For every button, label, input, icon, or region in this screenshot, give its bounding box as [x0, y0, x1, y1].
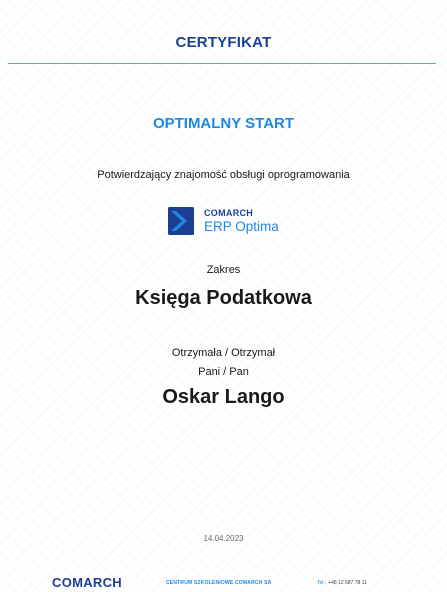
received-label: Otrzymała / Otrzymał: [171, 347, 276, 359]
product-logo: COMARCH ERP Optima: [168, 206, 288, 238]
course-name: OPTIMALNY START: [152, 115, 295, 132]
footer-comarch-logo: COMARCH: [52, 575, 122, 590]
product-logo-name: ERP Optima: [204, 219, 279, 234]
honorific-label: Pani / Pan: [198, 366, 249, 378]
confirmation-text: Potwierdzający znajomość obsługi oprogra…: [97, 169, 350, 181]
comarch-chevron-icon: [168, 207, 194, 235]
footer-phone: Tel.: +48 12 687 78 11: [317, 580, 367, 586]
certificate-title: CERTYFIKAT: [175, 34, 272, 51]
scope-value: Księga Podatkowa: [135, 287, 312, 309]
footer-training-center: CENTRUM SZKOLENIOWE COMARCH SA: [166, 580, 272, 586]
scope-label: Zakres: [206, 264, 241, 276]
title-divider: [8, 63, 436, 64]
product-logo-brand: COMARCH: [204, 208, 254, 218]
footer-phone-label: Tel.:: [317, 580, 327, 586]
issue-date: 14.04.2023: [203, 534, 244, 543]
footer-phone-number: +48 12 687 78 11: [328, 580, 367, 586]
recipient-name: Oskar Lango: [162, 386, 285, 408]
